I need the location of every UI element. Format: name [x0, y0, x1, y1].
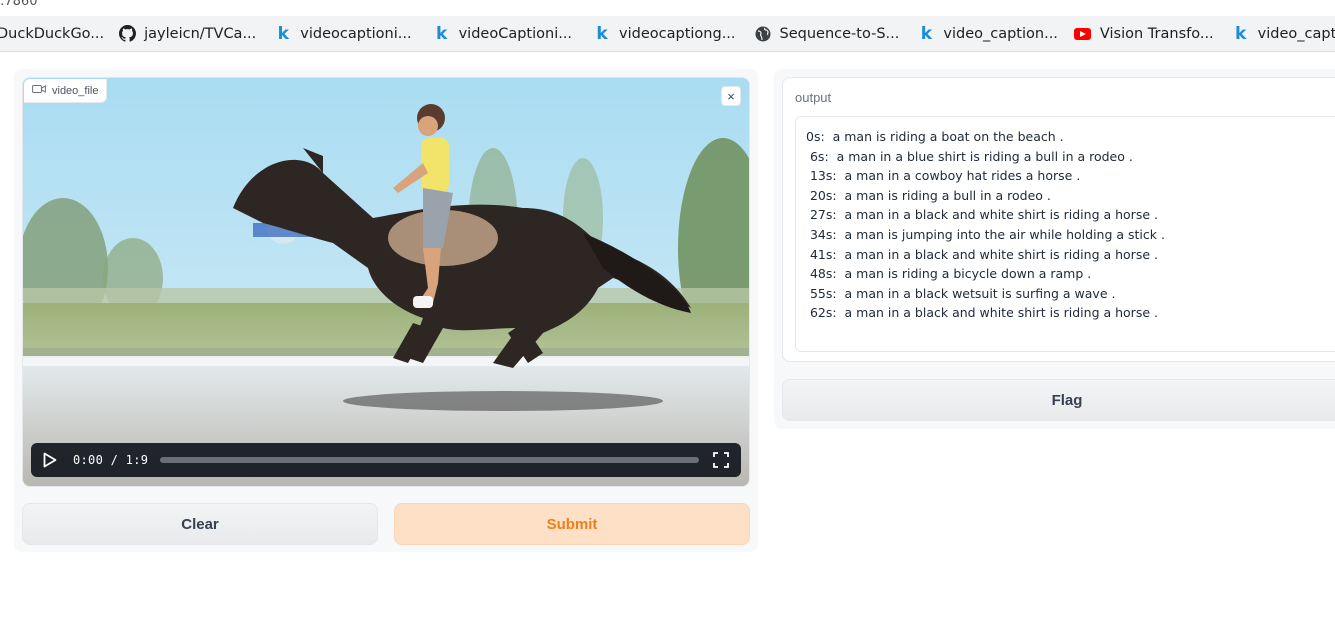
kaggle-icon: k — [277, 23, 289, 44]
address-bar-fragment: :7860 — [0, 0, 38, 9]
caption-line: 55s: a man in a black wetsuit is surfing… — [806, 285, 1116, 301]
bookmark-label: Sequence-to-S... — [779, 25, 900, 42]
bookmark-label: Vision Transfo... — [1099, 25, 1214, 42]
caption-line: 48s: a man is riding a bicycle down a ra… — [806, 266, 1092, 282]
bookmark-label: videoCaptioni... — [458, 25, 573, 42]
time-display: 0:00 / 1:9 — [73, 453, 149, 467]
video-controls: 0:00 / 1:9 — [31, 443, 741, 477]
video-camera-icon — [32, 84, 46, 97]
bookmark-kaggle-1[interactable]: k videocaptioni... — [274, 16, 412, 51]
kaggle-icon: k — [435, 23, 448, 44]
bookmark-label: videocaptioni... — [300, 25, 412, 42]
caption-line: 13s: a man in a cowboy hat rides a horse… — [806, 168, 1081, 184]
kaggle-icon: k — [920, 23, 933, 44]
bookmark-label: video_caption... — [1257, 25, 1335, 42]
bookmark-sequence[interactable]: Sequence-to-S... — [754, 16, 900, 51]
caption-line: 6s: a man in a blue shirt is riding a bu… — [806, 148, 1133, 164]
kaggle-icon: k — [596, 23, 608, 44]
fullscreen-icon[interactable] — [713, 452, 729, 468]
submit-button[interactable]: Submit — [394, 503, 750, 545]
youtube-icon — [1074, 25, 1092, 43]
bookmark-kaggle-2[interactable]: k videoCaptioni... — [433, 16, 573, 51]
bookmarks-bar: DuckDuckGo... jayleicn/TVCa... k videoca… — [0, 16, 1335, 52]
output-textbox[interactable]: 0s: a man is riding a boat on the beach … — [795, 116, 1335, 352]
bookmark-kaggle-5[interactable]: k video_caption... — [1232, 16, 1335, 51]
output-label: output — [795, 90, 832, 105]
video-frame — [23, 78, 749, 486]
output-panel: output 0s: a man is riding a boat on the… — [774, 69, 1335, 429]
bookmark-label: jayleicn/TVCa... — [144, 25, 257, 42]
caption-line: 41s: a man in a black and white shirt is… — [806, 246, 1158, 262]
bookmark-kaggle-3[interactable]: k videocaptiong... — [593, 16, 736, 51]
bookmark-youtube[interactable]: Vision Transfo... — [1074, 16, 1214, 51]
github-icon — [118, 25, 136, 43]
bookmark-label: video_caption... — [943, 25, 1058, 42]
bookmark-label: DuckDuckGo... — [0, 25, 105, 42]
play-icon[interactable] — [43, 452, 57, 468]
input-label-badge: video_file — [24, 79, 108, 103]
globe-icon — [754, 25, 772, 43]
bookmark-github[interactable]: jayleicn/TVCa... — [118, 16, 257, 51]
caption-line: 27s: a man in a black and white shirt is… — [806, 207, 1158, 223]
output-block: output 0s: a man is riding a boat on the… — [782, 77, 1335, 362]
bookmark-label: videocaptiong... — [619, 25, 736, 42]
flag-button[interactable]: Flag — [782, 379, 1335, 421]
kaggle-icon: k — [1235, 23, 1247, 44]
caption-line: 62s: a man in a black and white shirt is… — [806, 305, 1158, 321]
caption-line: 34s: a man is jumping into the air while… — [806, 226, 1165, 242]
video-input[interactable]: video_file × 0:00 / 1:9 — [22, 77, 750, 487]
caption-line: 0s: a man is riding a boat on the beach … — [806, 129, 1064, 144]
progress-bar[interactable] — [160, 457, 699, 463]
caption-line: 20s: a man is riding a bull in a rodeo . — [806, 187, 1051, 203]
input-label: video_file — [52, 84, 99, 97]
clear-button[interactable]: Clear — [22, 503, 378, 545]
close-icon[interactable]: × — [721, 86, 741, 106]
bookmark-duckduckgo[interactable]: DuckDuckGo... — [0, 16, 105, 51]
input-panel: video_file × 0:00 / 1:9 Clear Submit — [14, 69, 758, 552]
bookmark-kaggle-4[interactable]: k video_caption... — [917, 16, 1058, 51]
